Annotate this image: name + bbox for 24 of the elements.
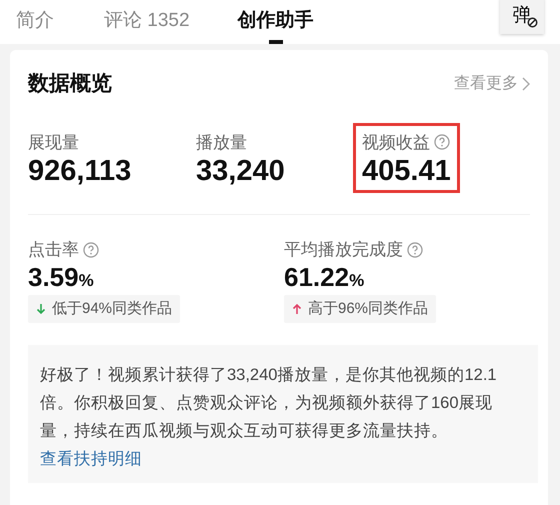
view-more-link[interactable]: 查看更多: [454, 72, 530, 96]
summary-text: 好极了！视频累计获得了33,240播放量，是你其他视频的12.1倍。你积极回复、点赞观众评论，为视频额外获得了160展现量，持续在西瓜视频与观众互动可获得更多流量扶持。: [40, 365, 498, 442]
help-icon[interactable]: [434, 134, 450, 150]
section-title: 数据概览: [28, 71, 112, 97]
tab[interactable]: 简介: [16, 9, 54, 44]
metric-value: 926,113: [28, 155, 132, 188]
metric-label: 视频收益: [362, 132, 430, 154]
metric-value: 33,240: [196, 155, 286, 188]
metric-label: 平均播放完成度: [284, 239, 403, 262]
metric-value: 405.41: [362, 155, 451, 188]
metric-label: 点击率: [28, 239, 79, 262]
support-details-link[interactable]: 查看扶持明细: [40, 450, 142, 468]
metric-label: 展现量: [28, 132, 79, 154]
metric-label: 播放量: [196, 132, 247, 154]
danmaku-toggle-button[interactable]: 弹: [500, 0, 544, 34]
metric-value: 61.22%: [284, 262, 366, 293]
metric-value: 3.59%: [28, 262, 95, 293]
comparison-tag: 高于96%同类作品: [284, 294, 436, 324]
chevron-right-icon: [522, 76, 530, 91]
help-icon[interactable]: [407, 242, 423, 258]
tab[interactable]: 创作助手: [238, 9, 314, 44]
comparison-tag: 低于94%同类作品: [28, 294, 180, 324]
help-icon[interactable]: [83, 242, 99, 258]
tab[interactable]: 评论 1352: [104, 9, 190, 44]
